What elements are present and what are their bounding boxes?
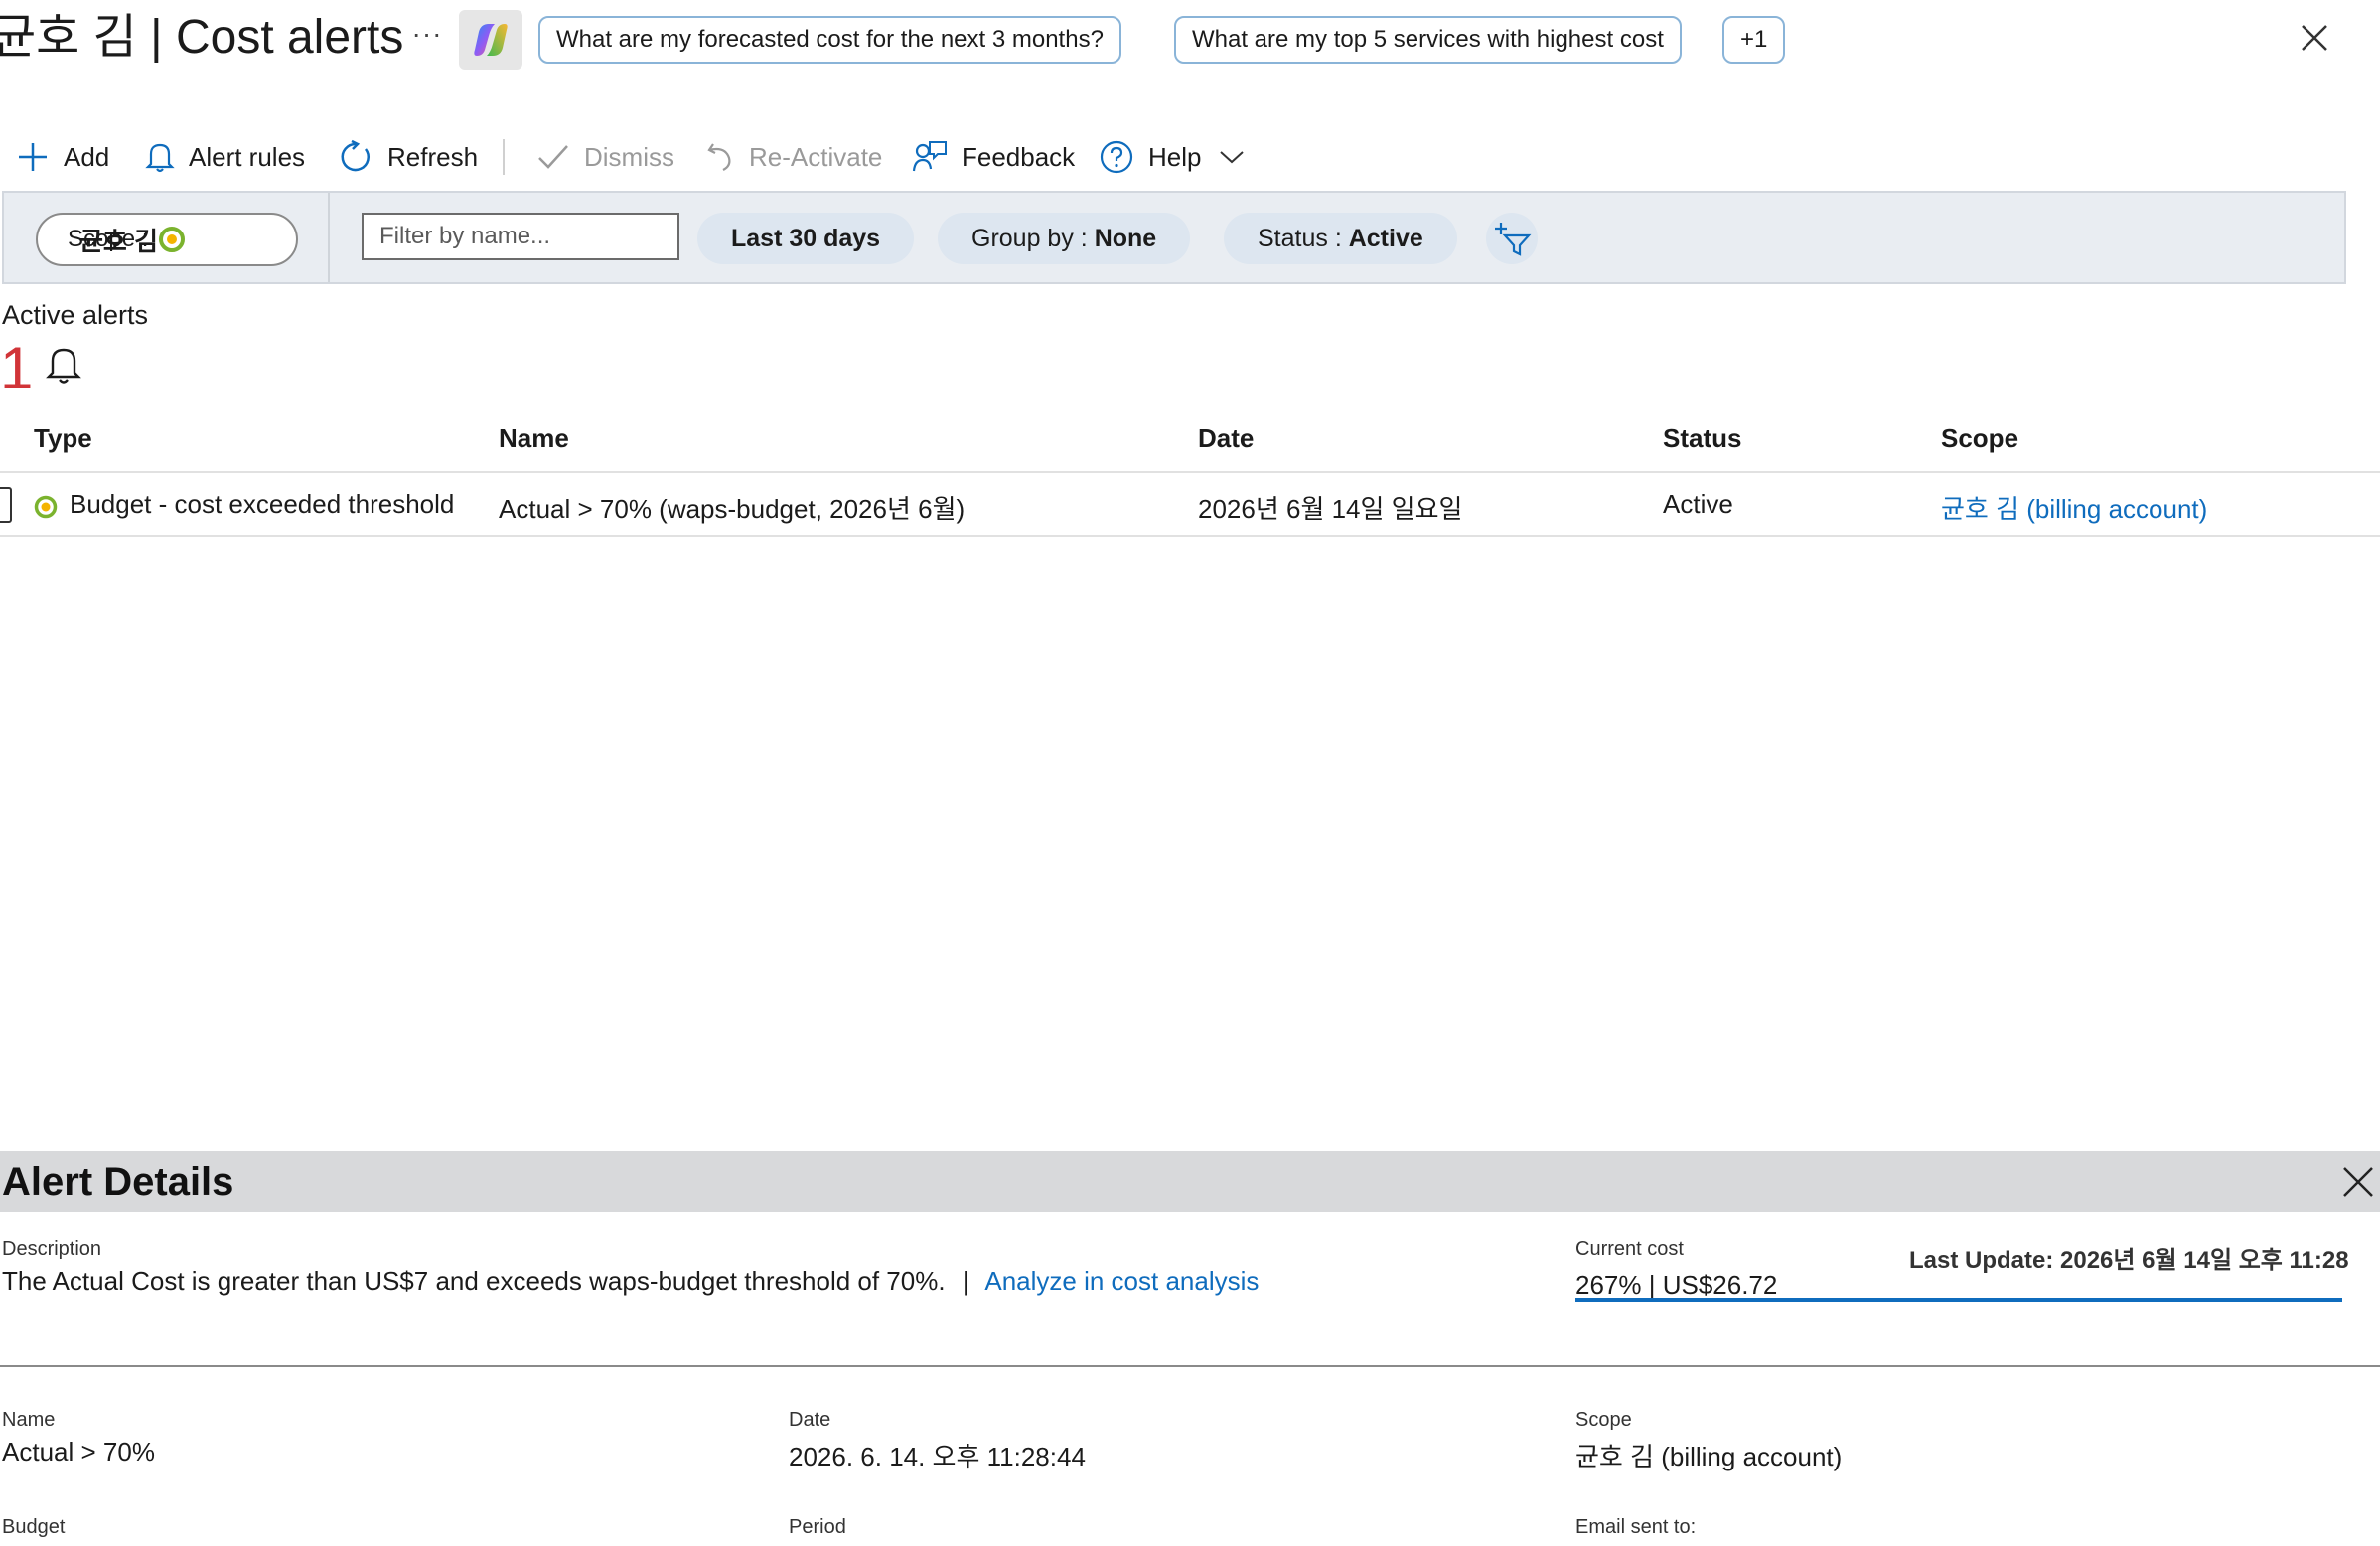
budget-alert-icon — [34, 495, 58, 519]
last-update-text: Last Update: 2026년 6월 14일 오후 11:28 — [1909, 1247, 2349, 1274]
detail-date-value: 2026. 6. 14. 오후 11:28:44 — [789, 1442, 1086, 1471]
alert-scope-link[interactable]: 균호 김 (billing account) — [1941, 489, 2207, 526]
refresh-icon — [341, 139, 370, 172]
detail-email-label: Email sent to: — [1575, 1516, 1697, 1538]
help-button[interactable]: Help — [1099, 129, 1259, 185]
alert-date-cell: 2026년 6월 14일 일요일 — [1198, 494, 1463, 524]
suggestion-top-services-chip[interactable]: What are my top 5 services with highest … — [1174, 16, 1682, 64]
current-cost-value: 267% | US$26.72 — [1575, 1270, 1778, 1300]
add-filter-icon — [1495, 223, 1532, 256]
bell-icon — [145, 143, 175, 173]
reactivate-label: Re-Activate — [749, 141, 883, 172]
alert-name-cell: Actual > 70% (waps-budget, 2026년 6월) — [499, 494, 966, 524]
filter-by-name-input[interactable] — [362, 213, 679, 260]
date-range-pill[interactable]: Last 30 days — [697, 213, 915, 264]
page-title: 균호 김 | Cost alerts — [0, 11, 404, 64]
toolbar-divider — [503, 139, 505, 175]
column-header-date[interactable]: Date — [1198, 423, 1254, 454]
suggestion-forecast-chip[interactable]: What are my forecasted cost for the next… — [538, 16, 1121, 64]
copilot-button[interactable] — [459, 10, 522, 70]
alert-rules-button[interactable]: Alert rules — [145, 129, 305, 185]
status-filter-pill[interactable]: Status : Active — [1224, 213, 1457, 264]
analyze-cost-link[interactable]: Analyze in cost analysis — [984, 1266, 1259, 1296]
status-filter-label: Status : — [1258, 225, 1342, 252]
alert-rules-label: Alert rules — [189, 141, 306, 172]
column-header-scope[interactable]: Scope — [1941, 423, 2018, 454]
detail-period-label: Period — [789, 1516, 846, 1538]
detail-budget-label: Budget — [2, 1516, 66, 1538]
billing-scope-icon — [159, 227, 186, 252]
help-label: Help — [1148, 141, 1202, 172]
refresh-label: Refresh — [387, 141, 479, 172]
suggestion-more-chip[interactable]: +1 — [1722, 16, 1786, 64]
refresh-button[interactable]: Refresh — [338, 129, 478, 185]
current-cost-label: Current cost — [1575, 1238, 1684, 1260]
reactivate-button[interactable]: Re-Activate — [705, 129, 882, 185]
command-bar: Add Alert rules Refresh Dismiss Re-Activ… — [0, 129, 2380, 185]
description-text: The Actual Cost is greater than US$7 and… — [2, 1266, 1259, 1297]
description-label: Description — [2, 1238, 102, 1260]
group-by-pill[interactable]: Group by : None — [938, 213, 1191, 264]
row-checkbox[interactable] — [0, 487, 12, 523]
active-alerts-label: Active alerts — [2, 300, 149, 330]
group-by-value: None — [1094, 225, 1157, 252]
add-filter-button[interactable] — [1486, 213, 1538, 264]
feedback-label: Feedback — [962, 141, 1076, 172]
alerts-table-header: Type Name Date Status Scope — [0, 411, 2380, 473]
dismiss-button[interactable]: Dismiss — [536, 129, 674, 185]
close-icon[interactable] — [2340, 1164, 2376, 1200]
alert-type-cell: Budget - cost exceeded threshold — [70, 489, 455, 519]
dismiss-label: Dismiss — [584, 141, 674, 172]
scope-filter-pill[interactable]: Scope : 균호 김 — [36, 213, 298, 266]
detail-name-value: Actual > 70% — [2, 1437, 155, 1467]
table-row[interactable]: Budget - cost exceeded threshold Actual … — [0, 475, 2380, 537]
alert-details-title: Alert Details — [2, 1160, 234, 1204]
column-header-status[interactable]: Status — [1663, 423, 1741, 454]
title-bar: 균호 김 | Cost alerts ··· What are my forec… — [0, 0, 2380, 81]
feedback-button[interactable]: Feedback — [912, 129, 1075, 185]
filter-bar: Scope : 균호 김 Last 30 days Group by : Non… — [2, 191, 2346, 284]
detail-name-label: Name — [2, 1409, 56, 1431]
help-icon — [1100, 140, 1133, 174]
feedback-icon — [912, 141, 947, 172]
close-icon[interactable] — [2295, 18, 2334, 58]
checkmark-icon — [538, 145, 568, 169]
description-separator: | — [962, 1266, 969, 1296]
scope-filter-value: 균호 김 — [79, 226, 158, 256]
active-alerts-count: 1 — [0, 335, 34, 401]
detail-scope-value: 균호 김 (billing account) — [1575, 1442, 1843, 1471]
date-range-value: Last 30 days — [731, 225, 881, 252]
plus-icon — [19, 143, 47, 171]
filter-divider — [328, 193, 330, 282]
status-filter-value: Active — [1348, 225, 1423, 252]
detail-scope-label: Scope — [1575, 1409, 1632, 1431]
add-label: Add — [64, 141, 110, 172]
group-by-label: Group by : — [971, 225, 1088, 252]
more-options-button[interactable]: ··· — [409, 14, 445, 60]
detail-date-label: Date — [789, 1409, 831, 1431]
alert-status-cell: Active — [1663, 489, 1733, 519]
description-value: The Actual Cost is greater than US$7 and… — [2, 1266, 946, 1296]
chevron-down-icon — [1220, 151, 1245, 164]
add-button[interactable]: Add — [16, 129, 109, 185]
alert-details-header: Alert Details — [0, 1151, 2380, 1212]
column-header-name[interactable]: Name — [499, 423, 569, 454]
details-divider — [0, 1365, 2380, 1367]
copilot-icon — [474, 24, 508, 56]
bell-icon — [46, 348, 81, 384]
current-cost-progress-bar — [1575, 1298, 2342, 1302]
column-header-type[interactable]: Type — [34, 423, 92, 454]
undo-icon — [707, 143, 731, 171]
